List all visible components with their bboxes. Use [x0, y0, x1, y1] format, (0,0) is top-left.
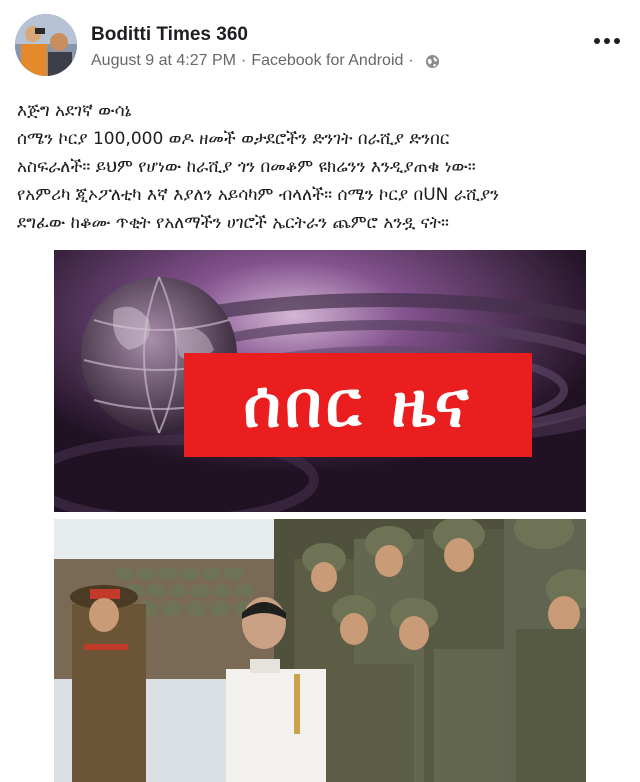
meta-separator: ·	[240, 52, 247, 69]
meta-separator: ·	[408, 52, 414, 69]
post-date[interactable]: August 9 at 4:27 PM	[91, 52, 236, 70]
avatar-image	[15, 14, 77, 76]
post-text-line: አስፍራለች። ይህም የሆነው ከራሺያ ጎን በመቆም ዩክሬንን እንዲያ…	[17, 157, 476, 177]
more-options-icon	[594, 38, 600, 44]
avatar[interactable]	[15, 14, 77, 76]
post-header: Boditti Times 360 August 9 at 4:27 PM · …	[0, 0, 640, 90]
breaking-news-image[interactable]: ሰበር ዜና	[54, 250, 586, 512]
soldiers-image[interactable]	[54, 519, 586, 782]
soldiers-photo	[54, 519, 586, 782]
post-text-line: የአምሪካ ጂኦፖለቲካ እኛ እያለን አይሳካም ብላለች። ሰሜን ኮርያ…	[17, 185, 500, 205]
post-text-line: እጅግ አደገኛ ውሳኔ	[17, 101, 132, 121]
post-text-line: ሰሜን ኮርያ 100,000 ወዶ ዘመች ወታደሮችን ድንገት በራሺያ …	[17, 129, 450, 149]
post-text: እጅግ አደገኛ ውሳኔ ሰሜን ኮርያ 100,000 ወዶ ዘመች ወታደሮ…	[17, 97, 627, 237]
globe-icon[interactable]	[425, 54, 440, 69]
post-meta: August 9 at 4:27 PM · Facebook for Andro…	[91, 52, 440, 70]
more-options-icon	[614, 38, 620, 44]
post-text-line: ደግፈው ከቆሙ ጥቂት የአለማችን ሀገሮች ኤርትራን ጨምሮ አንዷ ና…	[17, 213, 449, 233]
more-options-button[interactable]	[590, 28, 624, 54]
author-name[interactable]: Boditti Times 360	[91, 24, 248, 46]
more-options-icon	[604, 38, 610, 44]
breaking-news-label: ሰበር ዜና	[184, 353, 532, 457]
post-source: Facebook for Android	[251, 52, 404, 69]
